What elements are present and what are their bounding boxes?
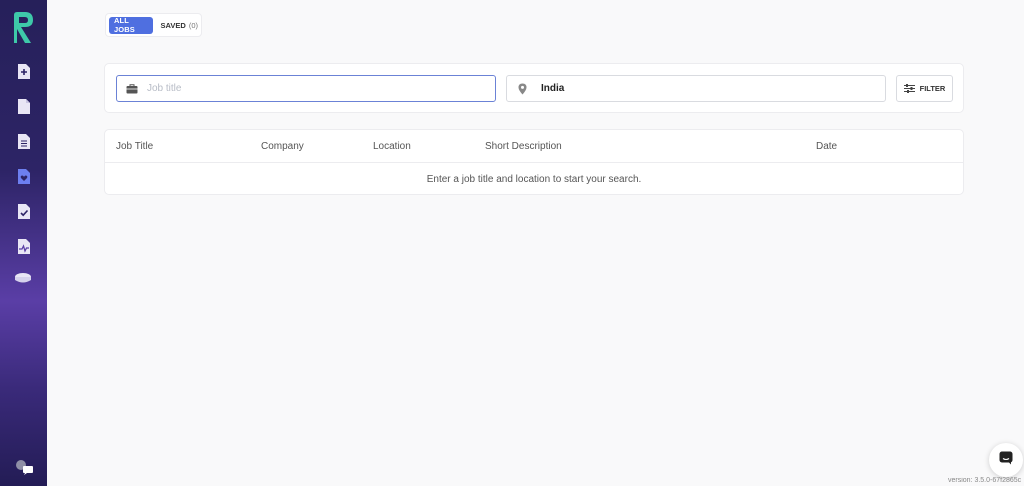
help-chat-icon[interactable] — [14, 458, 34, 476]
sidebar — [0, 0, 47, 486]
version-text: version: 3.5.0-67f2865c — [948, 477, 1022, 484]
document-icon[interactable] — [16, 97, 32, 115]
tab-all-jobs[interactable]: ALL JOBS — [109, 16, 153, 34]
text-document-icon[interactable] — [16, 132, 32, 150]
location-field — [506, 75, 886, 102]
briefcase-icon — [125, 83, 139, 94]
empty-state-message: Enter a job title and location to start … — [426, 173, 642, 185]
tab-saved-label: SAVED — [160, 20, 186, 30]
column-location[interactable]: Location — [373, 141, 411, 152]
check-document-icon[interactable] — [16, 202, 32, 220]
column-company[interactable]: Company — [261, 141, 304, 152]
column-short-description[interactable]: Short Description — [485, 141, 562, 152]
chat-icon — [999, 451, 1013, 470]
tab-saved[interactable]: SAVED (0) — [161, 21, 198, 30]
tab-saved-count: (0) — [188, 20, 198, 30]
sliders-icon — [903, 80, 915, 98]
column-job-title[interactable]: Job Title — [116, 141, 153, 152]
database-icon[interactable] — [14, 270, 32, 288]
results-table: Job Title Company Location Short Descrip… — [104, 129, 964, 195]
heart-document-icon[interactable] — [16, 167, 32, 185]
job-title-field — [116, 75, 496, 102]
logo[interactable] — [11, 11, 36, 44]
add-document-icon[interactable] — [16, 62, 32, 80]
job-tabs: ALL JOBS SAVED (0) — [105, 13, 202, 37]
map-pin-icon — [515, 83, 529, 95]
column-date[interactable]: Date — [816, 141, 837, 152]
filter-button[interactable]: FILTER — [896, 75, 953, 102]
location-input[interactable] — [541, 83, 861, 94]
app-root: ALL JOBS SAVED (0) FILTER — [0, 0, 1024, 486]
job-title-input[interactable] — [147, 83, 467, 94]
activity-document-icon[interactable] — [16, 237, 32, 255]
table-header: Job Title Company Location Short Descrip… — [105, 130, 963, 163]
filter-label: FILTER — [919, 84, 946, 93]
search-card: FILTER — [104, 63, 964, 113]
chat-launcher-button[interactable] — [989, 443, 1023, 477]
